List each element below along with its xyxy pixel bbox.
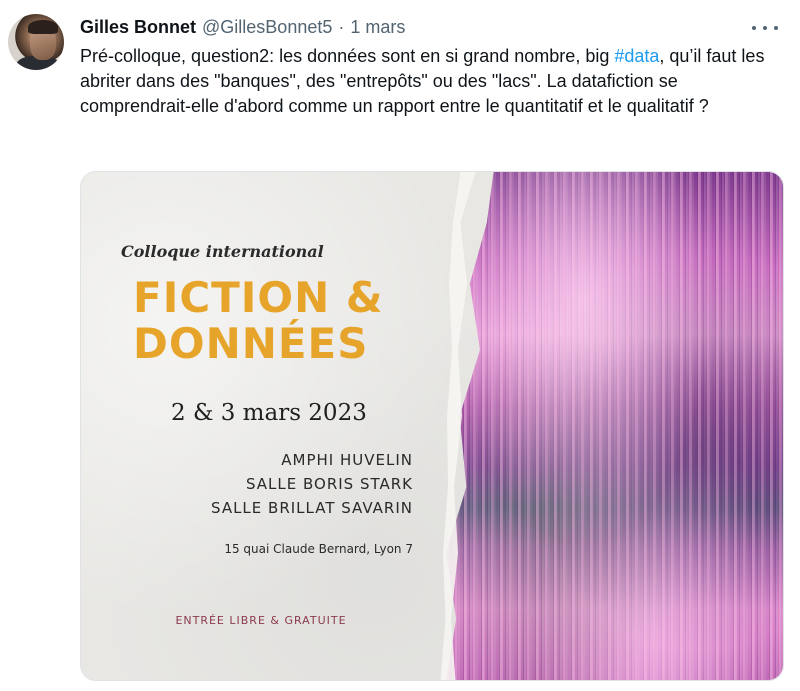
more-dot [763, 26, 767, 30]
venue-2: SALLE BORIS STARK [245, 475, 413, 493]
more-horizontal-icon[interactable] [752, 20, 778, 36]
poster-address: 15 quai Claude Bernard, Lyon 7 [224, 542, 413, 556]
poster-venues: AMPHI HUVELIN SALLE BORIS STARK SALLE BR… [101, 448, 413, 520]
poster-artwork [446, 172, 783, 680]
timestamp[interactable]: 1 mars [350, 17, 405, 38]
poster-title: FICTION & DONNÉES [133, 275, 443, 367]
avatar[interactable] [8, 14, 64, 70]
hashtag-link[interactable]: #data [614, 46, 659, 66]
tweet-text-start: Pré-colloque, question2: les données son… [80, 46, 615, 66]
tweet-header: Gilles Bonnet @GillesBonnet5 · 1 mars [80, 14, 405, 40]
author-name[interactable]: Gilles Bonnet [80, 17, 196, 38]
tweet[interactable]: Gilles Bonnet @GillesBonnet5 · 1 mars Pr… [0, 0, 800, 691]
more-dot [774, 26, 778, 30]
tweet-image[interactable]: Colloque international FICTION & DONNÉES… [80, 171, 784, 681]
poster-title-line2: DONNÉES [133, 319, 369, 368]
separator: · [338, 16, 345, 37]
venue-1: AMPHI HUVELIN [281, 451, 413, 469]
poster-title-line1: FICTION & [133, 273, 384, 322]
tweet-text: Pré-colloque, question2: les données son… [80, 44, 780, 119]
venue-3: SALLE BRILLAT SAVARIN [211, 499, 413, 517]
poster-dates: 2 & 3 mars 2023 [171, 400, 367, 426]
more-dot [752, 26, 756, 30]
avatar-hair [28, 20, 58, 34]
poster-entry: ENTRÉE LIBRE & GRATUITE [175, 614, 347, 627]
author-handle[interactable]: @GillesBonnet5 [202, 17, 332, 38]
poster-subtitle: Colloque international [121, 242, 324, 261]
